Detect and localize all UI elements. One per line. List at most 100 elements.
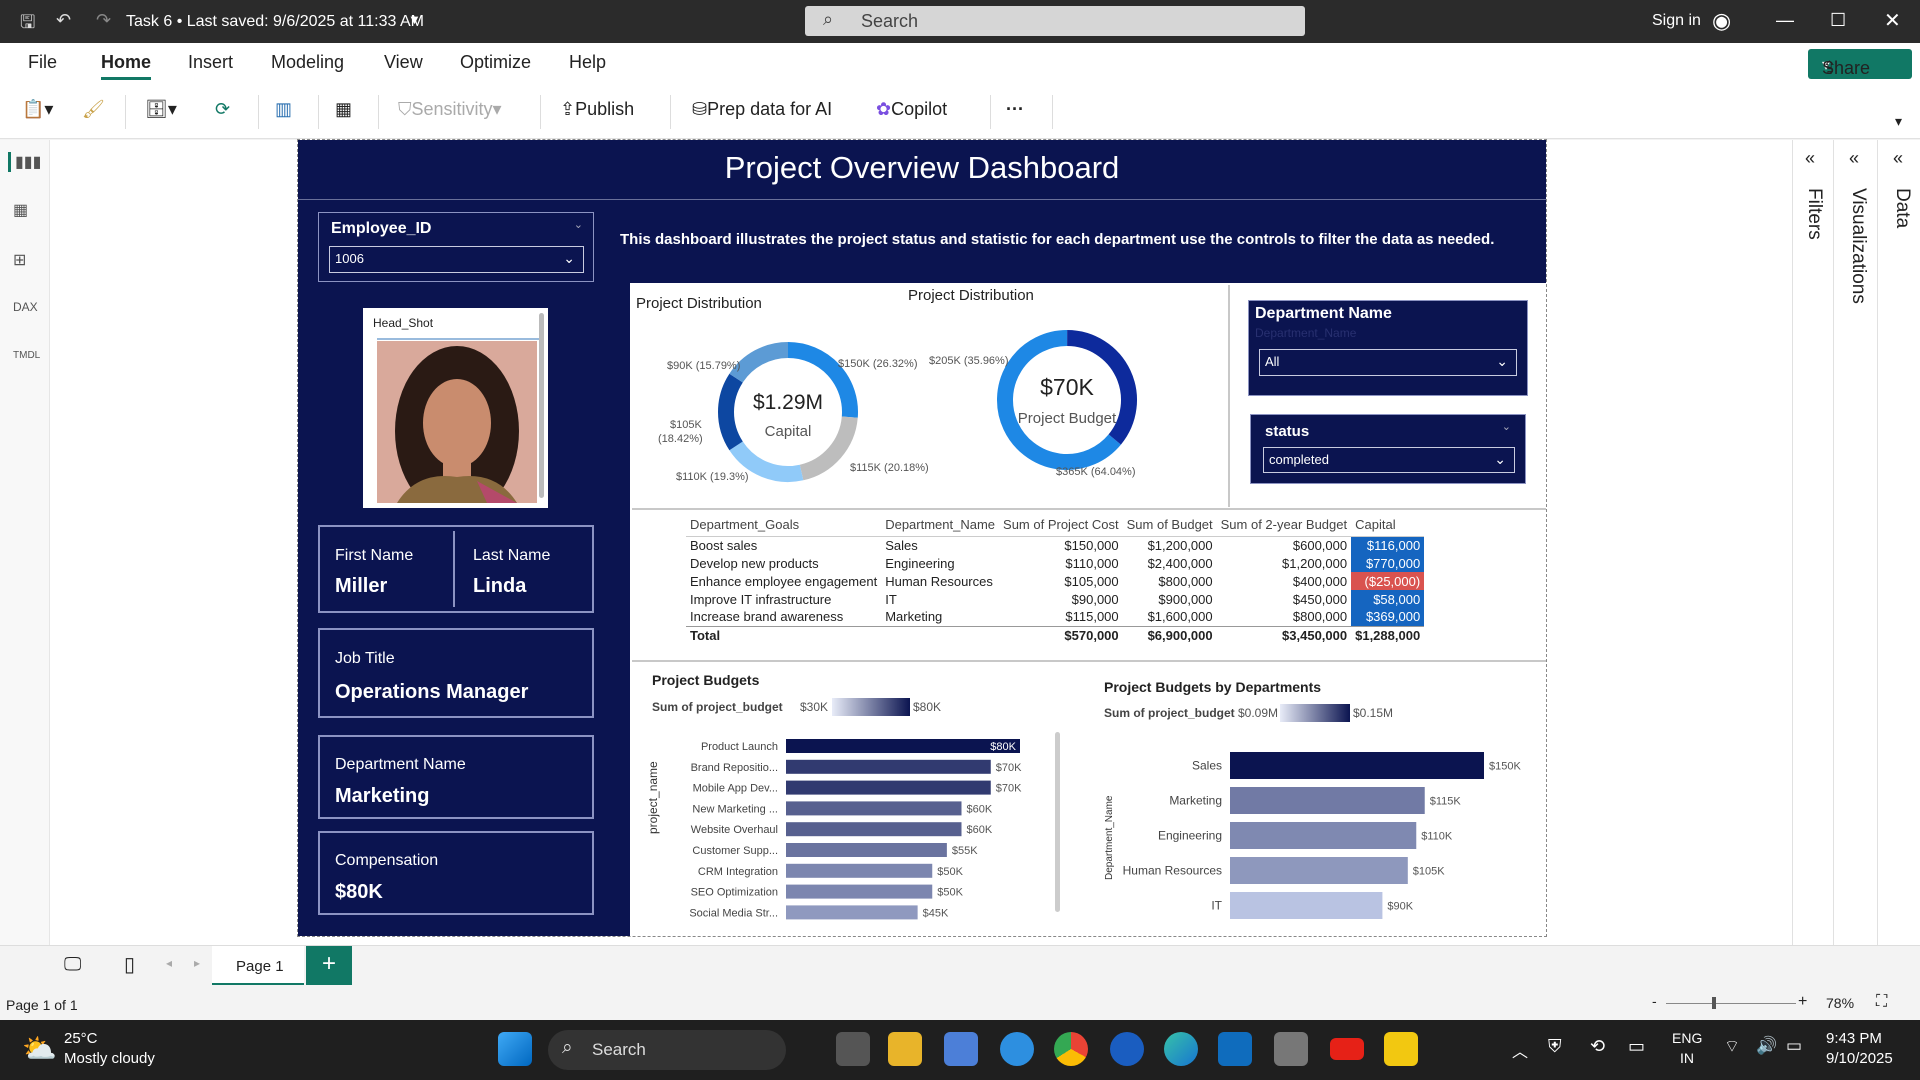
employee-id-dropdown[interactable]: 1006 ⌄ bbox=[329, 246, 584, 273]
sensitivity-button[interactable]: ⛉ Sensitivity ▾ bbox=[398, 99, 502, 120]
refresh-icon[interactable]: ⟳ bbox=[215, 99, 230, 120]
desktop-view-icon[interactable]: 🖵 bbox=[64, 954, 81, 975]
new-visual-icon[interactable]: ▥ bbox=[275, 99, 292, 120]
menu-modeling[interactable]: Modeling bbox=[271, 52, 344, 73]
data-pane-tab[interactable]: Data bbox=[1891, 188, 1913, 228]
paste-icon[interactable]: 📋▾ bbox=[22, 99, 53, 120]
fit-page-icon[interactable]: ⛶ bbox=[1876, 993, 1887, 1011]
bar[interactable] bbox=[786, 863, 933, 878]
weather-temp[interactable]: 25°C bbox=[64, 1030, 98, 1047]
prep-data-button[interactable]: ⛁ Prep data for AI bbox=[692, 99, 832, 120]
account-icon[interactable]: ◉ bbox=[1712, 8, 1731, 34]
table-row[interactable]: Enhance employee engagement Human Resourc… bbox=[686, 572, 1425, 590]
weather-icon[interactable]: ⛅ bbox=[22, 1032, 57, 1065]
tray-chevron-icon[interactable]: ︿ bbox=[1512, 1038, 1528, 1062]
wifi-icon[interactable]: ⌔ bbox=[1724, 1036, 1740, 1057]
menu-view[interactable]: View bbox=[384, 52, 423, 73]
table-view-icon[interactable]: ▦ bbox=[13, 200, 28, 220]
chevron-down-icon[interactable]: ▼ bbox=[408, 12, 421, 27]
bar[interactable] bbox=[786, 780, 991, 795]
visualizations-pane-tab[interactable]: Visualizations bbox=[1847, 188, 1869, 304]
zoom-level[interactable]: 78% bbox=[1826, 995, 1854, 1011]
zoom-out-icon[interactable]: - bbox=[1652, 993, 1657, 1009]
donut-slice[interactable] bbox=[729, 342, 789, 383]
filters-pane-tab[interactable]: Filters bbox=[1803, 188, 1825, 240]
weather-desc[interactable]: Mostly cloudy bbox=[64, 1050, 155, 1067]
hp-icon[interactable] bbox=[1110, 1032, 1144, 1066]
edge-icon[interactable] bbox=[1164, 1032, 1198, 1066]
publish-button[interactable]: ⇪ Publish bbox=[560, 99, 634, 120]
next-page-icon[interactable]: ▸ bbox=[194, 956, 200, 970]
donut-slice[interactable] bbox=[718, 373, 743, 451]
maximize-icon[interactable]: ☐ bbox=[1830, 10, 1846, 31]
clock-date[interactable]: 9/10/2025 bbox=[1826, 1050, 1893, 1067]
menu-optimize[interactable]: Optimize bbox=[460, 52, 531, 73]
format-painter-icon[interactable]: 🖌 bbox=[82, 99, 105, 120]
clock-time[interactable]: 9:43 PM bbox=[1826, 1030, 1882, 1047]
table-row[interactable]: Develop new products Engineering $110,000 $… bbox=[686, 554, 1425, 572]
store-icon[interactable] bbox=[944, 1032, 978, 1066]
chevron-down-icon[interactable]: ⌄ bbox=[574, 218, 583, 231]
file-explorer-icon[interactable] bbox=[888, 1032, 922, 1066]
report-view-icon[interactable]: ▮▮▮ bbox=[8, 152, 41, 172]
collapse-ribbon-icon[interactable]: ▾ bbox=[1895, 113, 1902, 130]
table-row[interactable]: Boost sales Sales $150,000 $1,200,000 $600,0… bbox=[686, 536, 1425, 554]
bar[interactable] bbox=[786, 905, 918, 920]
bar[interactable] bbox=[1230, 787, 1425, 814]
department-dropdown[interactable]: All ⌄ bbox=[1259, 349, 1517, 376]
expand-visualizations-icon[interactable]: « bbox=[1849, 148, 1859, 169]
display-icon[interactable]: ▭ bbox=[1628, 1036, 1645, 1057]
security-icon[interactable]: ⛨ bbox=[1548, 1036, 1562, 1057]
table-header[interactable]: Department_Goals bbox=[686, 514, 882, 537]
zoom-slider-thumb[interactable] bbox=[1712, 997, 1716, 1009]
task-view-icon[interactable] bbox=[836, 1032, 870, 1066]
powerbi-icon[interactable] bbox=[1384, 1032, 1418, 1066]
table-header[interactable]: Capital bbox=[1351, 514, 1425, 537]
expand-data-icon[interactable]: « bbox=[1893, 148, 1903, 169]
menu-home[interactable]: Home bbox=[101, 52, 152, 80]
zoom-slider[interactable] bbox=[1666, 1003, 1796, 1004]
bar[interactable] bbox=[786, 884, 933, 899]
copilot-button[interactable]: ✿ Copilot bbox=[876, 99, 947, 120]
donut-slice[interactable] bbox=[729, 441, 804, 482]
sign-in-button[interactable]: Sign in bbox=[1652, 12, 1701, 30]
redo-icon[interactable]: ↷ bbox=[96, 10, 111, 31]
mail-icon[interactable] bbox=[1274, 1032, 1308, 1066]
page-tab[interactable]: Page 1 bbox=[212, 946, 304, 986]
language-region[interactable]: IN bbox=[1680, 1050, 1694, 1066]
start-icon[interactable] bbox=[498, 1032, 532, 1066]
search-box[interactable]: ⌕ Search bbox=[805, 6, 1305, 36]
add-page-button[interactable]: + bbox=[306, 946, 352, 986]
bar[interactable] bbox=[786, 822, 962, 837]
calculator-icon[interactable]: ▦ bbox=[335, 99, 352, 120]
sync-icon[interactable]: ⟲ bbox=[1590, 1036, 1605, 1057]
bar[interactable] bbox=[1230, 857, 1408, 884]
save-icon[interactable]: 🖫 bbox=[20, 10, 35, 40]
model-view-icon[interactable]: ⊞ bbox=[13, 250, 26, 270]
youtube-icon[interactable] bbox=[1330, 1038, 1364, 1060]
undo-icon[interactable]: ↶ bbox=[56, 10, 71, 31]
close-icon[interactable]: ✕ bbox=[1884, 8, 1901, 33]
employee-id-slicer[interactable]: Employee_ID ⌄ 1006 ⌄ bbox=[318, 212, 594, 282]
table-row[interactable]: Increase brand awareness Marketing $115,00… bbox=[686, 608, 1425, 626]
document-title[interactable]: Task 6 • Last saved: 9/6/2025 at 11:33 A… bbox=[126, 13, 424, 31]
menu-help[interactable]: Help bbox=[569, 52, 606, 73]
chrome-icon[interactable] bbox=[1054, 1032, 1088, 1066]
bar[interactable] bbox=[1230, 752, 1484, 779]
minimize-icon[interactable]: — bbox=[1776, 10, 1794, 31]
dax-query-icon[interactable]: DAX bbox=[13, 300, 38, 314]
bar[interactable] bbox=[786, 759, 991, 774]
table-header[interactable]: Department_Name bbox=[881, 514, 1000, 537]
more-options-button[interactable]: ··· bbox=[1006, 99, 1024, 120]
menu-file[interactable]: File bbox=[28, 52, 57, 73]
mobile-view-icon[interactable]: ▯ bbox=[124, 952, 135, 977]
scrollbar[interactable] bbox=[1055, 732, 1060, 912]
expand-filters-icon[interactable]: « bbox=[1805, 148, 1815, 169]
department-name-slicer[interactable]: Department Name Department_Name All ⌄ bbox=[1248, 300, 1528, 396]
bar[interactable] bbox=[1230, 822, 1417, 849]
share-button[interactable]: ⇪ Share ▾ bbox=[1808, 49, 1912, 79]
bar[interactable] bbox=[786, 739, 1020, 753]
outlook-icon[interactable] bbox=[1218, 1032, 1252, 1066]
taskbar-search[interactable]: ⌕ Search bbox=[548, 1030, 786, 1070]
table-header[interactable]: Sum of Project Cost bbox=[999, 514, 1123, 537]
